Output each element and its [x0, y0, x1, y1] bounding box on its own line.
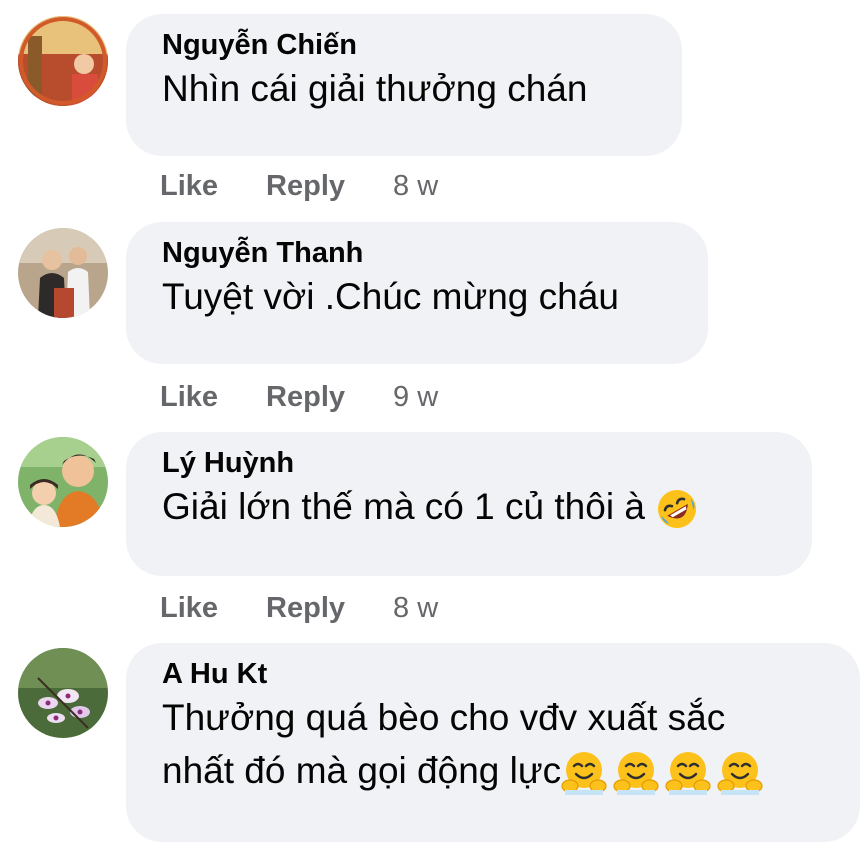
comment-bubble: A Hu Kt Thưởng quá bèo cho vđv xuất sắc …: [126, 643, 860, 842]
comment-text: Thưởng quá bèo cho vđv xuất sắc: [162, 697, 726, 738]
reply-button[interactable]: Reply: [266, 170, 345, 203]
comment-bubble: Nguyễn Thanh Tuyệt vời .Chúc mừng cháu: [126, 222, 708, 364]
comment-actions: Like Reply 9 w: [160, 377, 438, 417]
comment-text: Giải lớn thế mà có 1 củ thôi à: [162, 480, 776, 533]
like-button[interactable]: Like: [160, 170, 218, 203]
comment-timestamp[interactable]: 8 w: [393, 170, 438, 203]
smiling-face-with-open-hands-icon: [561, 750, 765, 797]
comment-bubble: Lý Huỳnh Giải lớn thế mà có 1 củ thôi à: [126, 432, 812, 576]
user-photo-avatar-icon: [18, 16, 108, 106]
comment-text: Nhìn cái giải thưởng chán: [162, 68, 588, 109]
comment-text-content: nhất đó mà gọi động lực: [162, 750, 562, 791]
comment-author[interactable]: Nguyễn Chiến: [162, 28, 646, 62]
comment-author[interactable]: Lý Huỳnh: [162, 446, 776, 480]
comment-actions: Like Reply 8 w: [160, 166, 438, 206]
avatar[interactable]: [18, 648, 108, 738]
orchid-photo-avatar-icon: [18, 648, 108, 738]
comment-actions: Like Reply 8 w: [160, 588, 438, 628]
user-photo-avatar-icon: [18, 228, 108, 318]
like-button[interactable]: Like: [160, 381, 218, 414]
comment-text-content: Giải lớn thế mà có 1 củ thôi à: [162, 486, 645, 527]
avatar[interactable]: [18, 228, 108, 318]
avatar[interactable]: [18, 16, 108, 106]
comment-timestamp[interactable]: 8 w: [393, 592, 438, 625]
rolling-on-floor-laughing-icon: [655, 487, 699, 531]
user-photo-avatar-icon: [18, 437, 108, 527]
comment-text: nhất đó mà gọi động lực: [162, 744, 824, 797]
comment-author[interactable]: A Hu Kt: [162, 657, 824, 691]
reply-button[interactable]: Reply: [266, 592, 345, 625]
avatar[interactable]: [18, 437, 108, 527]
reply-button[interactable]: Reply: [266, 381, 345, 414]
comment-text: Tuyệt vời .Chúc mừng cháu: [162, 276, 619, 317]
like-button[interactable]: Like: [160, 592, 218, 625]
comment-author[interactable]: Nguyễn Thanh: [162, 236, 672, 270]
comment-bubble: Nguyễn Chiến Nhìn cái giải thưởng chán: [126, 14, 682, 156]
comment-timestamp[interactable]: 9 w: [393, 381, 438, 414]
